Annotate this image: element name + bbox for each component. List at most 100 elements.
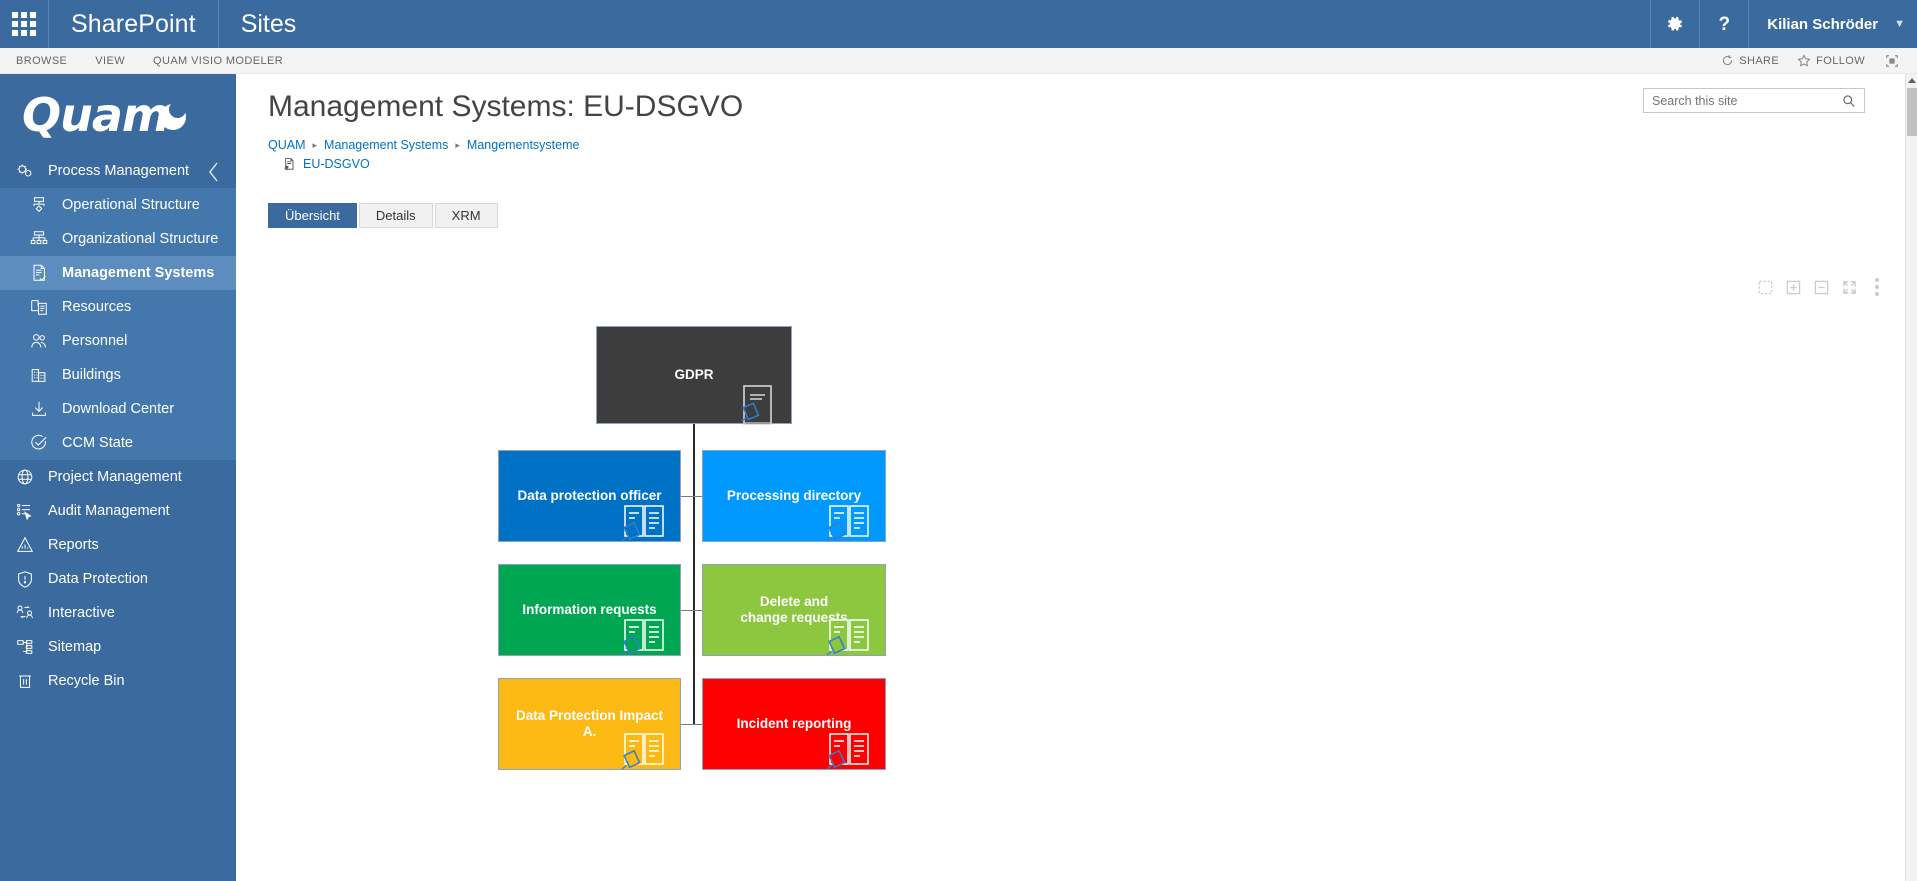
quam-dot-icon xyxy=(160,101,186,130)
chevron-left-icon[interactable] xyxy=(200,156,226,188)
scroll-up-arrow-icon[interactable] xyxy=(1906,74,1917,88)
question-mark-icon[interactable]: ? xyxy=(1699,0,1748,48)
sidebar-item-operational-structure[interactable]: Operational Structure xyxy=(0,188,236,222)
sidebar-group-label: Interactive xyxy=(48,605,115,621)
sidebar-group-label: Audit Management xyxy=(48,503,170,519)
diagram-node-label: Incident reporting xyxy=(736,716,852,731)
document-check-icon xyxy=(28,262,50,284)
ribbon-tab-browse[interactable]: BROWSE xyxy=(0,48,81,74)
document-pair-icon xyxy=(826,502,873,549)
search-box[interactable] xyxy=(1643,88,1865,113)
chevron-down-icon: ▼ xyxy=(1894,18,1905,30)
connector-incident-reporting xyxy=(693,724,702,725)
diagram-node-label: Delete and change requests xyxy=(740,594,848,625)
user-menu[interactable]: Kilian Schröder ▼ xyxy=(1748,0,1917,48)
sidebar-item-label: Operational Structure xyxy=(62,197,200,213)
diagram-node-label: Data Protection Impact A. xyxy=(515,708,664,739)
user-name: Kilian Schröder xyxy=(1767,15,1879,33)
diagram-node-information-requests[interactable]: Information requests xyxy=(498,564,681,656)
search-input[interactable] xyxy=(1644,93,1842,108)
sidebar-item-management-systems[interactable]: Management Systems xyxy=(0,256,236,290)
sidebar-item-resources[interactable]: Resources xyxy=(0,290,236,324)
diagram-node-incident-reporting[interactable]: Incident reporting xyxy=(702,678,886,770)
sidebar-item-label: Management Systems xyxy=(62,265,215,281)
certificate-document-icon xyxy=(282,157,296,171)
focus-on-content-icon[interactable] xyxy=(1877,54,1907,68)
ribbon-tab-quam-visio-modeler[interactable]: QUAM VISIO MODELER xyxy=(139,48,297,74)
sidebar-item-buildings[interactable]: Buildings xyxy=(0,358,236,392)
sites-link[interactable]: Sites xyxy=(219,0,319,48)
breadcrumb-separator-icon: ▸ xyxy=(455,139,460,150)
sidebar-item-label: Download Center xyxy=(62,401,175,417)
diagram-node-label: Information requests xyxy=(522,602,657,617)
suite-bar: SharePoint Sites ? Kilian Schröder ▼ xyxy=(0,0,1917,48)
suite-bar-actions: ? Kilian Schröder ▼ xyxy=(1650,0,1917,48)
ribbon-tab-view[interactable]: VIEW xyxy=(81,48,139,74)
breadcrumb-item-management-systems[interactable]: Management Systems xyxy=(324,138,448,152)
shield-icon xyxy=(14,568,36,590)
diagram-node-processing-directory[interactable]: Processing directory xyxy=(702,450,886,542)
tab-xrm[interactable]: XRM xyxy=(434,203,498,228)
diagram-node-data-protection-impact-assessment[interactable]: Data Protection Impact A. xyxy=(498,678,681,770)
resources-icon xyxy=(28,296,50,318)
diagram-canvas: GDPR Data protection officer Processing … xyxy=(236,246,1905,881)
sidebar-item-label: Organizational Structure xyxy=(62,231,219,247)
trash-icon xyxy=(14,670,36,692)
diagram-node-gdpr[interactable]: GDPR xyxy=(596,326,792,425)
gear-icon[interactable] xyxy=(1650,0,1699,48)
ribbon-bar: BROWSE VIEW QUAM VISIO MODELER SHARE FOL… xyxy=(0,48,1917,74)
sidebar-group-project-management[interactable]: Project Management xyxy=(0,460,236,494)
sidebar-group-label: Sitemap xyxy=(48,639,102,655)
sidebar-item-organizational-structure[interactable]: Organizational Structure xyxy=(0,222,236,256)
sidebar-item-download-center[interactable]: Download Center xyxy=(0,392,236,426)
document-pair-icon xyxy=(621,730,668,777)
interactive-users-icon xyxy=(14,602,36,624)
app-launcher-waffle-icon[interactable] xyxy=(0,0,48,48)
tab-details[interactable]: Details xyxy=(358,203,433,228)
sidebar-item-ccm-state[interactable]: CCM State xyxy=(0,426,236,460)
breadcrumb-separator-icon: ▸ xyxy=(312,139,318,150)
sidebar-group-data-protection[interactable]: Data Protection xyxy=(0,562,236,596)
scrollbar-thumb[interactable] xyxy=(1907,88,1917,136)
share-button[interactable]: SHARE xyxy=(1715,54,1785,67)
vertical-scrollbar[interactable] xyxy=(1905,74,1917,881)
people-icon xyxy=(28,330,50,352)
sidebar-group-interactive[interactable]: Interactive xyxy=(0,596,236,630)
sidebar-group-audit-management[interactable]: Audit Management xyxy=(0,494,236,528)
sidebar-item-label: Personnel xyxy=(62,333,128,349)
share-icon xyxy=(1723,55,1733,66)
sidebar-group-label: Process Management xyxy=(48,163,190,179)
sidebar-group-reports[interactable]: Reports xyxy=(0,528,236,562)
buildings-icon xyxy=(28,364,50,386)
sidebar-group-recycle-bin[interactable]: Recycle Bin xyxy=(0,664,236,698)
current-item-link[interactable]: EU-DSGVO xyxy=(303,157,370,171)
connector-processing-directory xyxy=(693,496,702,497)
diagram-node-label: Data protection officer xyxy=(517,488,662,503)
document-attachment-icon xyxy=(741,384,775,433)
sidebar-group-label: Reports xyxy=(48,537,99,553)
ribbon-actions: SHARE FOLLOW xyxy=(1715,53,1917,68)
sidebar-group-label: Data Protection xyxy=(48,571,148,587)
org-chart-icon xyxy=(28,228,50,250)
document-pair-icon xyxy=(621,616,668,663)
sidebar-group-sitemap[interactable]: Sitemap xyxy=(0,630,236,664)
tab-ubersicht[interactable]: Übersicht xyxy=(268,203,357,228)
quam-logo[interactable]: Quam xyxy=(0,74,236,154)
connector-trunk xyxy=(693,424,695,724)
breadcrumb-item-quam[interactable]: QUAM xyxy=(268,138,306,152)
globe-icon xyxy=(14,466,36,488)
diagram-node-delete-and-change-requests[interactable]: Delete and change requests xyxy=(702,564,886,656)
follow-label: FOLLOW xyxy=(1816,54,1865,67)
operational-structure-icon xyxy=(28,194,50,216)
sidebar-item-label: Resources xyxy=(62,299,132,315)
breadcrumb-item-mangementsysteme[interactable]: Mangementsysteme xyxy=(467,138,580,152)
follow-button[interactable]: FOLLOW xyxy=(1791,53,1871,68)
main-content: Management Systems: EU-DSGVO QUAM ▸ Mana… xyxy=(236,74,1905,881)
gears-icon xyxy=(14,160,36,182)
diagram-node-data-protection-officer[interactable]: Data protection officer xyxy=(498,450,681,542)
sharepoint-brand-link[interactable]: SharePoint xyxy=(49,0,218,48)
search-icon[interactable] xyxy=(1842,94,1864,108)
document-pair-icon xyxy=(621,502,668,549)
sidebar-item-personnel[interactable]: Personnel xyxy=(0,324,236,358)
check-circle-icon xyxy=(28,432,50,454)
